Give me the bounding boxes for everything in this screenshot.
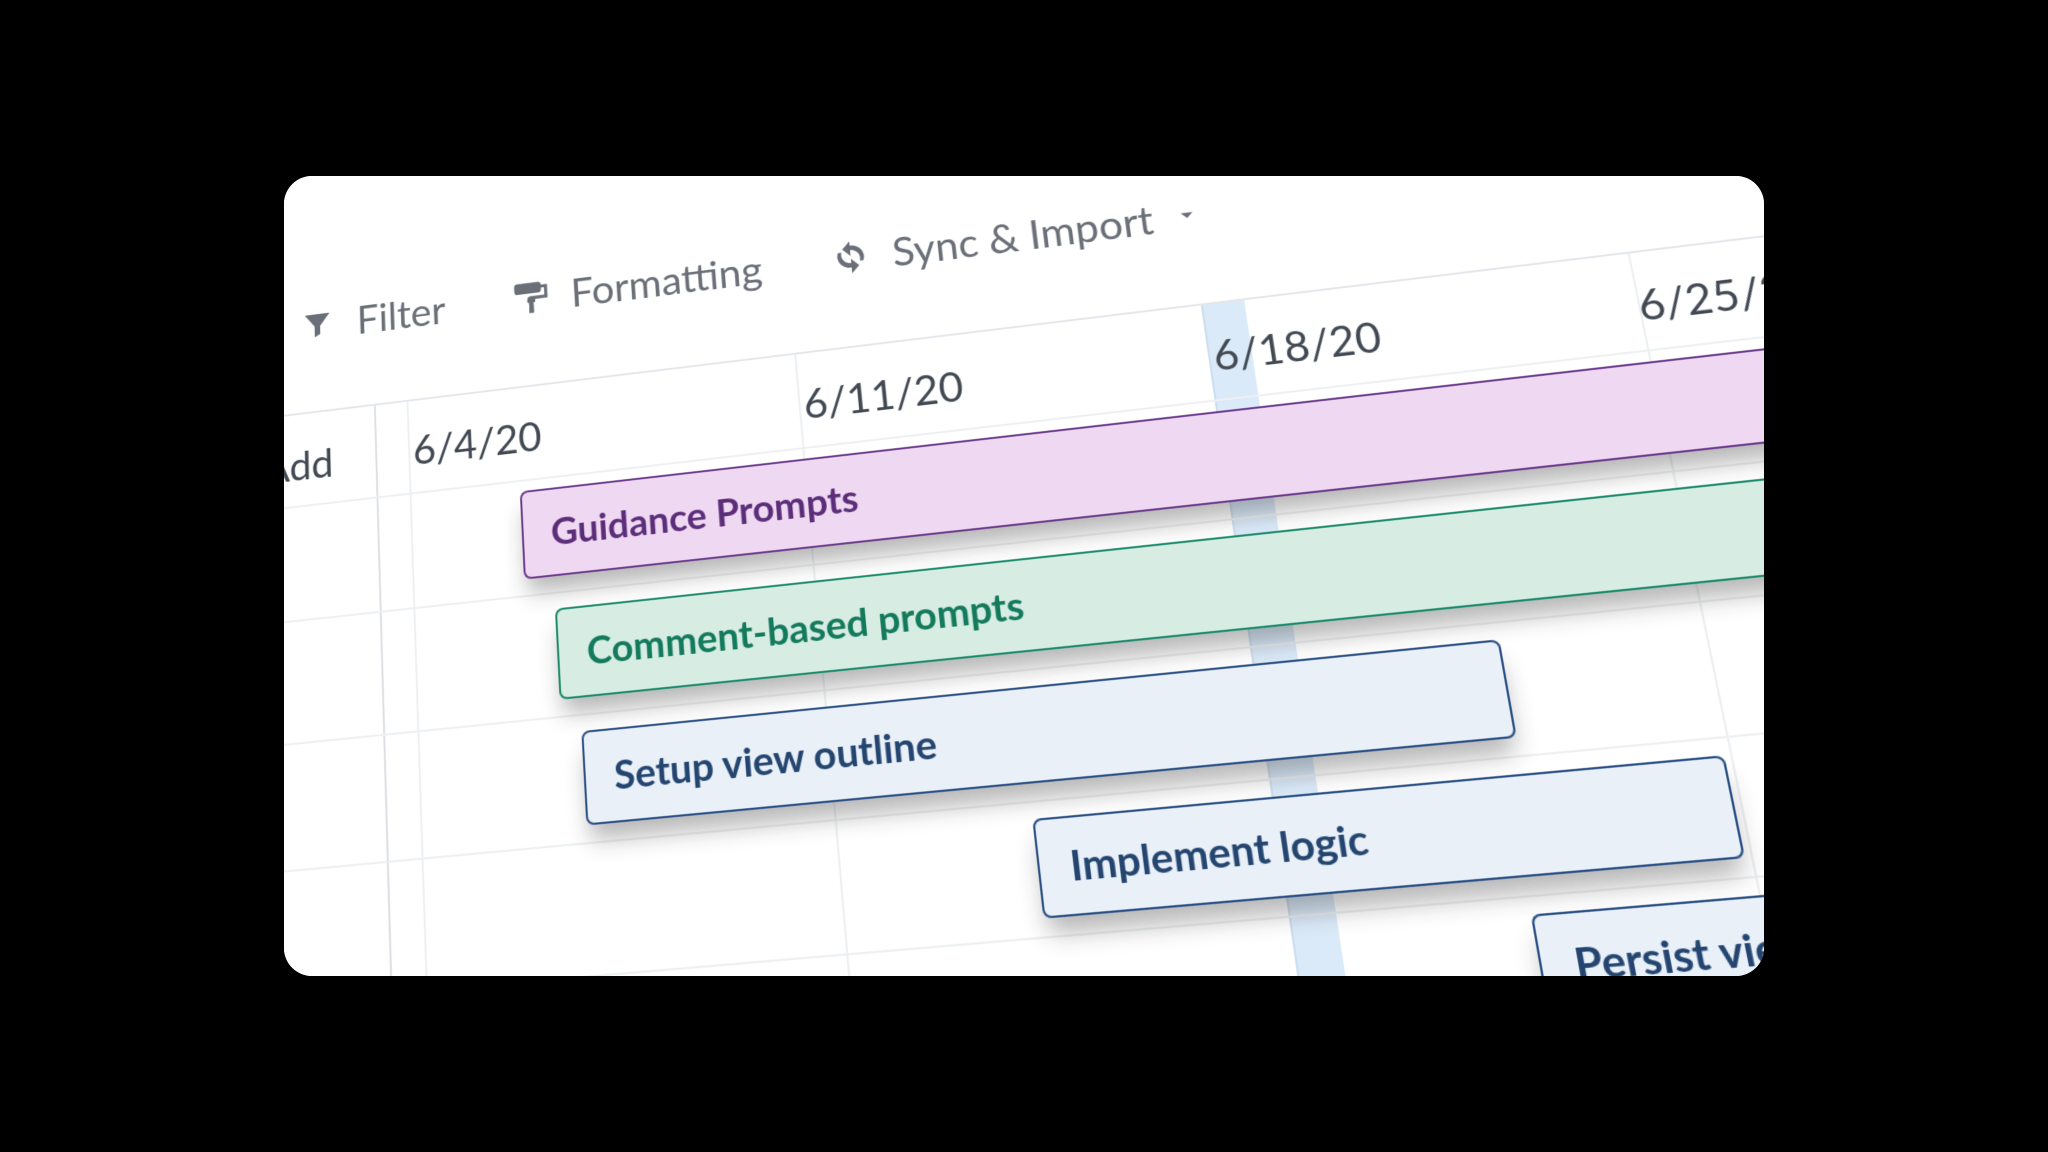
date-label: 6/18/20: [1210, 312, 1385, 380]
sync-label: Sync & Import: [890, 196, 1156, 275]
last-activity-prefix: Last activity:: [1274, 176, 1533, 179]
chevron-down-icon: [1162, 193, 1210, 237]
date-label: 6/4/20: [412, 412, 543, 474]
app-card: Filter Formatting Sync & Import Last act…: [284, 176, 1764, 976]
task-label: Comment-based prompts: [586, 582, 1027, 674]
filter-icon: [298, 304, 337, 346]
task-label: Setup view outline: [613, 720, 939, 799]
filter-label: Filter: [356, 286, 446, 342]
formatting-label: Formatting: [570, 246, 764, 315]
gantt-scene: Filter Formatting Sync & Import Last act…: [284, 176, 1764, 976]
task-label: Persist view: [1570, 918, 1764, 976]
sync-import-button[interactable]: Sync & Import: [828, 189, 1211, 283]
task-label: Implement logic: [1067, 814, 1372, 891]
date-label: 6/25/20: [1633, 260, 1764, 330]
paint-roller-icon: [510, 277, 551, 320]
last-activity-text: Last activity: 3 minutes ag: [1274, 176, 1764, 179]
add-button[interactable]: Add: [284, 438, 334, 492]
sync-icon: [828, 236, 873, 279]
formatting-button[interactable]: Formatting: [510, 246, 764, 323]
filter-button[interactable]: Filter: [298, 286, 447, 349]
date-label: 6/11/20: [802, 361, 966, 427]
task-label: Guidance Prompts: [550, 475, 861, 554]
